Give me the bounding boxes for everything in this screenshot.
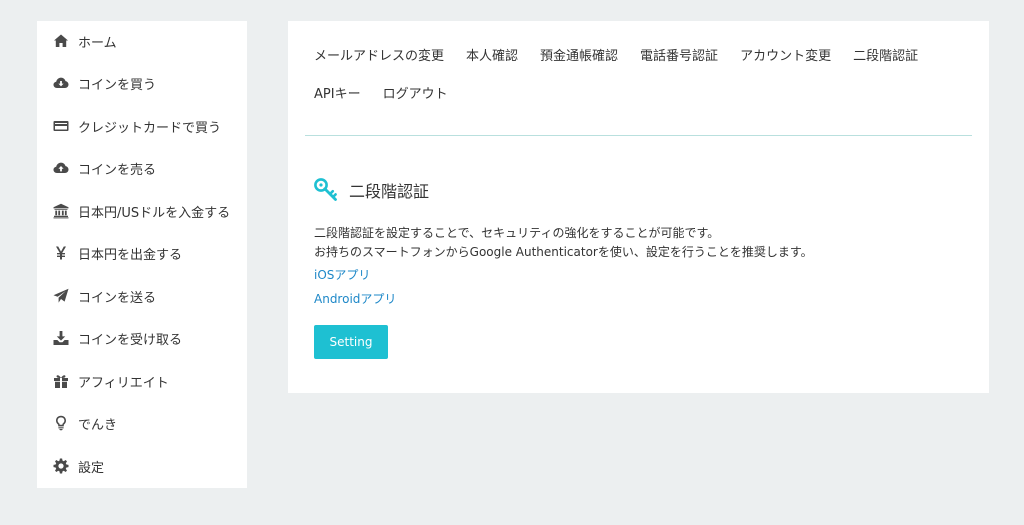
divider bbox=[305, 135, 972, 136]
sidebar-item-withdraw[interactable]: 日本円を出金する bbox=[37, 233, 247, 273]
gift-icon bbox=[52, 372, 70, 390]
android-app-link[interactable]: Androidアプリ bbox=[314, 290, 396, 307]
tab-identity-verification[interactable]: 本人確認 bbox=[466, 46, 518, 68]
sidebar-item-label: アフィリエイト bbox=[78, 375, 169, 391]
tab-row-2: APIキー ログアウト bbox=[314, 84, 974, 106]
description-line-1: 二段階認証を設定することで、セキュリティの強化をすることが可能です。 bbox=[314, 226, 720, 240]
sidebar: ホーム コインを買う クレジットカードで買う コインを売る 日本円/USドルを入… bbox=[37, 21, 247, 488]
sidebar-item-deposit[interactable]: 日本円/USドルを入金する bbox=[37, 191, 247, 231]
tab-email-change[interactable]: メールアドレスの変更 bbox=[314, 46, 444, 68]
sidebar-item-denki[interactable]: でんき bbox=[37, 403, 247, 443]
sidebar-item-label: コインを受け取る bbox=[78, 332, 183, 348]
sidebar-item-sell-coin[interactable]: コインを売る bbox=[37, 148, 247, 188]
sidebar-item-label: コインを売る bbox=[78, 162, 157, 178]
section-description: 二段階認証を設定することで、セキュリティの強化をすることが可能です。 お持ちのス… bbox=[314, 224, 813, 262]
gear-icon bbox=[52, 457, 70, 475]
tab-logout[interactable]: ログアウト bbox=[383, 84, 448, 106]
ios-app-link[interactable]: iOSアプリ bbox=[314, 266, 370, 283]
setting-button[interactable]: Setting bbox=[314, 325, 388, 359]
tab-account-change[interactable]: アカウント変更 bbox=[740, 46, 831, 68]
sidebar-item-label: 日本円/USドルを入金する bbox=[78, 205, 231, 221]
sidebar-item-settings[interactable]: 設定 bbox=[37, 446, 247, 486]
sidebar-item-label: 設定 bbox=[78, 460, 105, 476]
sidebar-item-buy-credit-card[interactable]: クレジットカードで買う bbox=[37, 106, 247, 146]
sidebar-item-home[interactable]: ホーム bbox=[37, 21, 247, 61]
sidebar-item-receive-coin[interactable]: コインを受け取る bbox=[37, 318, 247, 358]
settings-tabs: メールアドレスの変更 本人確認 預金通帳確認 電話番号認証 アカウント変更 二段… bbox=[314, 46, 974, 122]
sidebar-item-label: でんき bbox=[78, 417, 118, 433]
tab-two-factor-auth[interactable]: 二段階認証 bbox=[853, 46, 918, 68]
sidebar-item-buy-coin[interactable]: コインを買う bbox=[37, 63, 247, 103]
sidebar-item-affiliate[interactable]: アフィリエイト bbox=[37, 361, 247, 401]
yen-icon bbox=[52, 244, 70, 262]
home-icon bbox=[52, 32, 70, 50]
cloud-upload-icon bbox=[52, 159, 70, 177]
key-icon bbox=[314, 178, 337, 201]
tab-row-1: メールアドレスの変更 本人確認 預金通帳確認 電話番号認証 アカウント変更 二段… bbox=[314, 46, 974, 68]
tab-bankbook-verification[interactable]: 預金通帳確認 bbox=[540, 46, 618, 68]
cloud-download-icon bbox=[52, 74, 70, 92]
tab-phone-verification[interactable]: 電話番号認証 bbox=[640, 46, 718, 68]
main-panel: メールアドレスの変更 本人確認 預金通帳確認 電話番号認証 アカウント変更 二段… bbox=[288, 21, 989, 393]
section-title: 二段階認証 bbox=[349, 182, 430, 201]
sidebar-item-label: コインを買う bbox=[78, 77, 157, 93]
paper-plane-icon bbox=[52, 287, 70, 305]
download-icon bbox=[52, 329, 70, 347]
lightbulb-icon bbox=[52, 414, 70, 432]
tab-api-key[interactable]: APIキー bbox=[314, 84, 361, 106]
section-heading: 二段階認証 bbox=[313, 177, 429, 203]
sidebar-item-label: コインを送る bbox=[78, 290, 157, 306]
sidebar-item-label: クレジットカードで買う bbox=[78, 120, 222, 136]
bank-icon bbox=[52, 202, 70, 220]
description-line-2: お持ちのスマートフォンからGoogle Authenticatorを使い、設定を… bbox=[314, 245, 813, 259]
sidebar-item-label: ホーム bbox=[78, 35, 117, 51]
sidebar-item-label: 日本円を出金する bbox=[78, 247, 183, 263]
sidebar-item-send-coin[interactable]: コインを送る bbox=[37, 276, 247, 316]
credit-card-icon bbox=[52, 117, 70, 135]
